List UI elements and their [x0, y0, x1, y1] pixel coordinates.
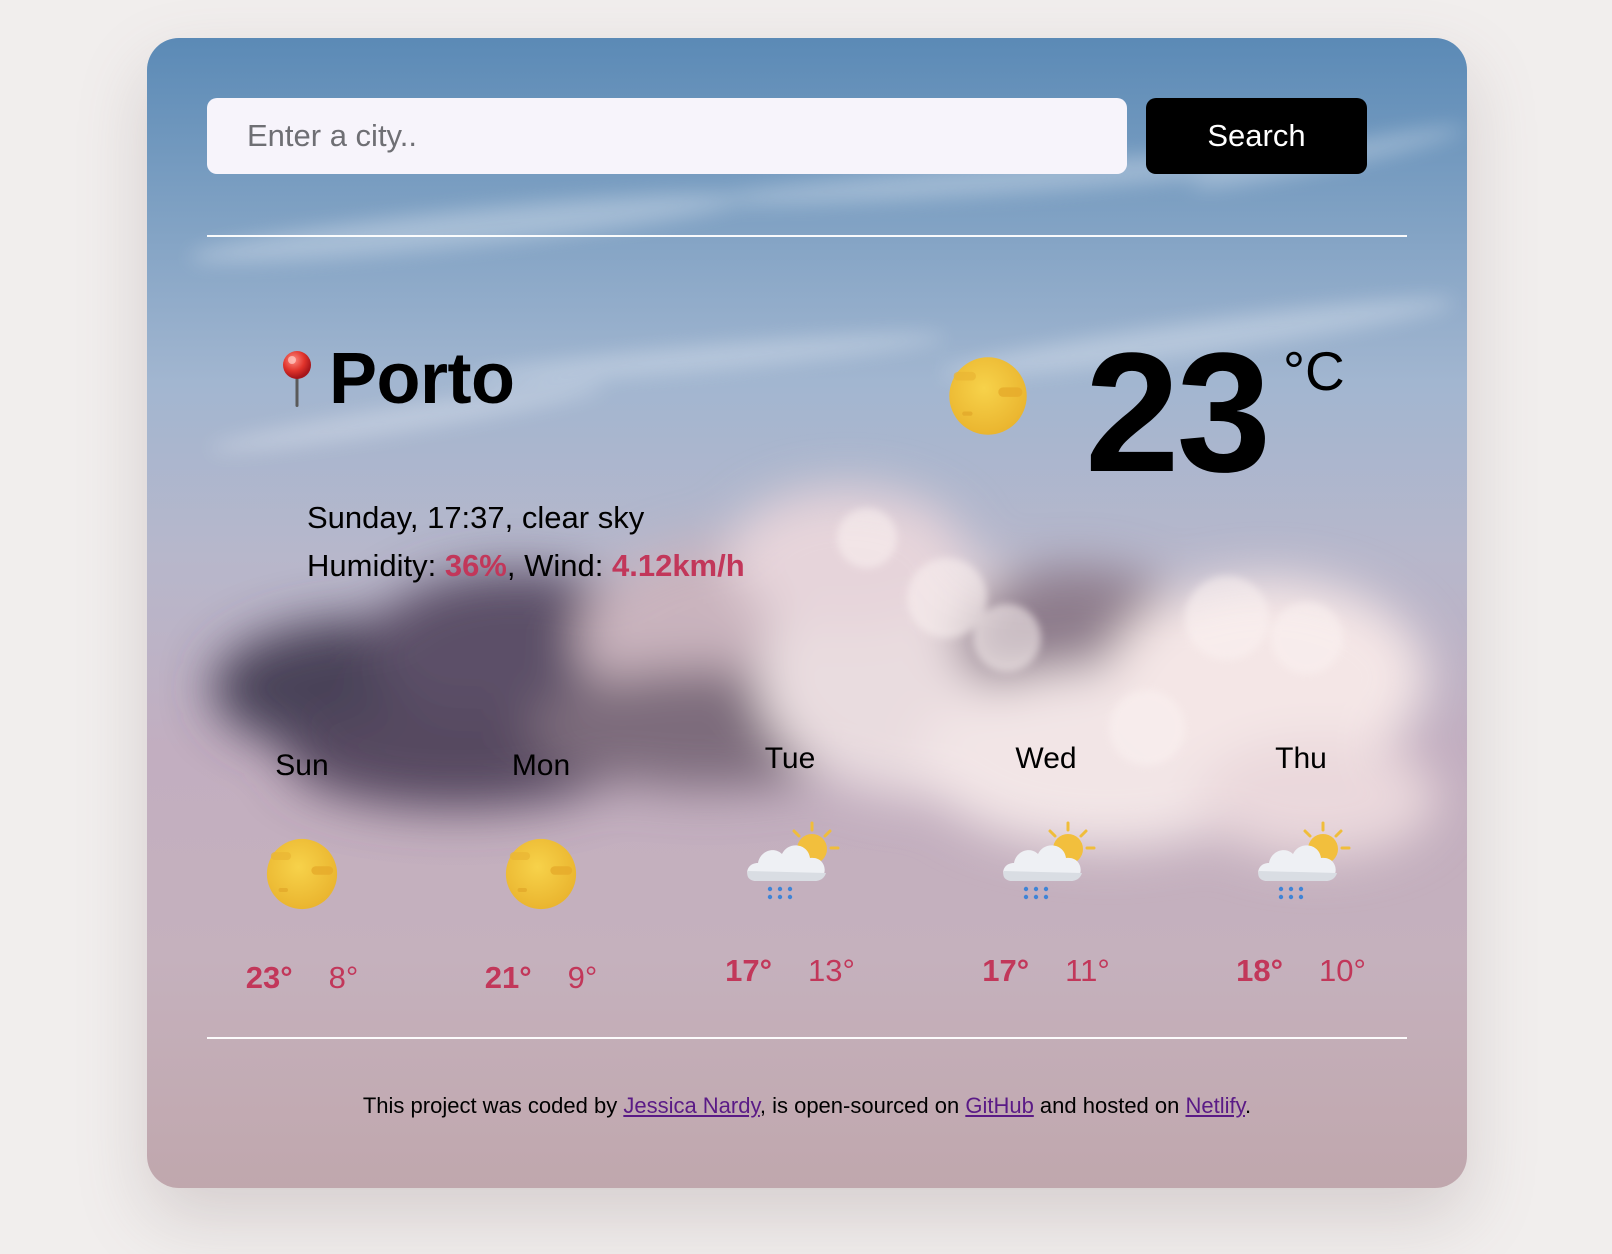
forecast-day-name: Mon — [511, 749, 571, 782]
footer-text: , is open-sourced on — [759, 1093, 966, 1118]
humidity-value: 36% — [444, 548, 507, 583]
sun-cloud-rain-icon — [996, 821, 1096, 913]
temperature-unit-celsius[interactable]: °C — [1283, 344, 1345, 399]
forecast-temps: 17° 13° — [690, 953, 890, 989]
city-search-input[interactable] — [207, 98, 1127, 174]
current-temperature: 23 — [1085, 318, 1271, 508]
forecast-min-temp: 13° — [808, 953, 855, 988]
forecast-min-temp: 9° — [567, 960, 598, 995]
forecast-temps: 21° 9° — [441, 960, 641, 996]
github-link[interactable]: GitHub — [965, 1093, 1033, 1118]
forecast-day: Sun 23° 8° — [202, 746, 402, 996]
search-button[interactable]: Search — [1146, 98, 1367, 174]
forecast-day: Thu 18° 10° — [1201, 739, 1401, 989]
pushpin-icon — [283, 351, 311, 407]
footer-text: . — [1245, 1093, 1252, 1118]
bottom-divider — [207, 1037, 1407, 1039]
wind-label: Wind: — [524, 548, 604, 583]
weather-content: Search Porto Sunday, 17:37, clear sky H — [147, 38, 1467, 1188]
forecast-max-temp: 17° — [982, 953, 1030, 988]
forecast-day-name: Thu — [1275, 742, 1327, 775]
sun-icon — [945, 353, 1031, 439]
current-time: 17:37 — [427, 500, 505, 535]
city-name: Porto — [329, 339, 515, 419]
humidity-wind: Humidity: 36%, Wind: 4.12km/h — [307, 548, 745, 583]
forecast-day: Tue 17° 13° — [690, 739, 890, 989]
weekday: Sunday — [307, 500, 410, 535]
sun-cloud-rain-icon — [1251, 821, 1351, 913]
humidity-label: Humidity: — [307, 548, 437, 583]
netlify-link[interactable]: Netlify — [1186, 1093, 1246, 1118]
wind-value: 4.12km/h — [611, 548, 745, 583]
forecast-temps: 17° 11° — [946, 953, 1146, 989]
weather-description: clear sky — [521, 500, 645, 535]
city-heading: Porto — [275, 338, 515, 420]
top-divider — [207, 235, 1407, 237]
forecast-max-temp: 17° — [725, 953, 772, 988]
forecast-temps: 23° 8° — [202, 960, 402, 996]
forecast-day-name: Sun — [275, 749, 329, 782]
forecast-day-name: Wed — [1015, 742, 1077, 775]
forecast-day: Mon 21° 9° — [441, 746, 641, 996]
forecast-day-name: Tue — [764, 742, 816, 775]
sun-cloud-rain-icon — [740, 821, 840, 913]
author-link[interactable]: Jessica Nardy — [623, 1093, 760, 1118]
footer-text: This project was coded by — [362, 1093, 624, 1118]
sun-icon — [266, 838, 338, 910]
forecast-min-temp: 11° — [1065, 953, 1110, 988]
forecast-min-temp: 10° — [1319, 953, 1366, 988]
footer: This project was coded by Jessica Nardy,… — [147, 1093, 1467, 1119]
date-description: Sunday, 17:37, clear sky — [307, 500, 645, 535]
forecast-day: Wed 17° 11° — [946, 739, 1146, 989]
footer-text: and hosted on — [1033, 1093, 1186, 1118]
weather-card: Search Porto Sunday, 17:37, clear sky H — [147, 38, 1467, 1188]
forecast-min-temp: 8° — [328, 960, 359, 995]
sun-icon — [505, 838, 577, 910]
forecast-max-temp: 21° — [484, 960, 532, 995]
forecast-temps: 18° 10° — [1201, 953, 1401, 989]
forecast-max-temp: 18° — [1236, 953, 1283, 988]
weather-details: Sunday, 17:37, clear sky Humidity: 36%, … — [307, 494, 745, 590]
forecast-max-temp: 23° — [245, 960, 293, 995]
